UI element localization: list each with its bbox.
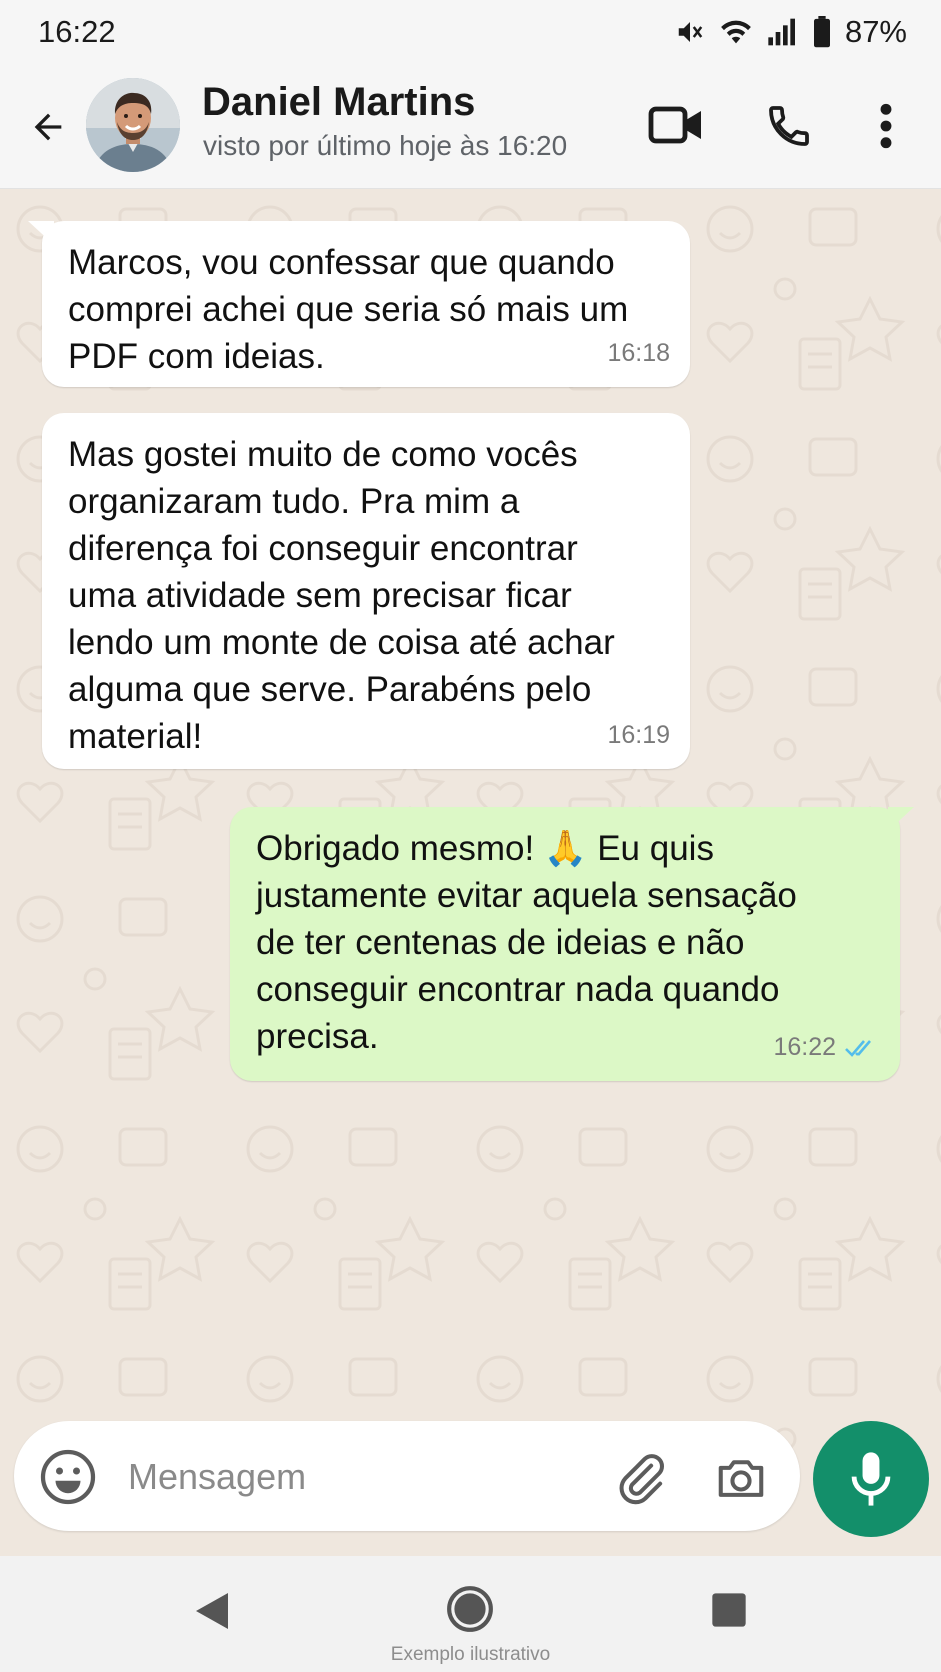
- message-text: Mas gostei muito de como vocês organizar…: [68, 435, 615, 756]
- message-text: Obrigado mesmo! 🙏 Eu quis justamente evi…: [256, 829, 797, 1056]
- voice-call-button[interactable]: [760, 98, 818, 154]
- bubble-tail: [888, 807, 914, 831]
- last-seen-status: visto por último hoje às 16:20: [203, 130, 568, 161]
- camera-button[interactable]: [714, 1451, 768, 1505]
- camera-icon: [718, 1460, 764, 1497]
- message-bubble-outgoing[interactable]: Obrigado mesmo! 🙏 Eu quis justamente evi…: [230, 807, 914, 1081]
- signal-icon: [767, 17, 799, 47]
- circle-home-icon: [447, 1586, 493, 1632]
- emoji-button[interactable]: [38, 1447, 98, 1507]
- attach-button[interactable]: [614, 1451, 668, 1505]
- voice-message-button[interactable]: [813, 1421, 929, 1537]
- system-nav-bar: Exemplo ilustrativo: [0, 1556, 941, 1672]
- nav-back-button[interactable]: [188, 1586, 236, 1636]
- battery-percent: 87%: [844, 14, 907, 49]
- message-text: Marcos, vou confessar que quando comprei…: [68, 243, 629, 376]
- video-call-icon: [648, 106, 701, 144]
- square-recents-icon: [712, 1593, 746, 1627]
- message-time: 16:19: [607, 721, 670, 749]
- message-meta: 16:22: [773, 1024, 880, 1071]
- emoji-icon: [40, 1449, 96, 1505]
- wifi-icon: [719, 17, 753, 47]
- paperclip-icon: [619, 1454, 664, 1505]
- nav-home-button[interactable]: [445, 1584, 495, 1634]
- message-bubble-incoming[interactable]: Marcos, vou confessar que quando comprei…: [28, 221, 690, 387]
- mute-icon: [675, 17, 705, 47]
- more-vert-icon: [880, 103, 892, 149]
- avatar[interactable]: [86, 78, 180, 172]
- video-call-button[interactable]: [645, 100, 707, 150]
- message-meta: 16:19: [607, 712, 670, 759]
- status-icons: 87%: [675, 14, 907, 50]
- nav-recents-button[interactable]: [709, 1590, 749, 1630]
- chat-header: Daniel Martins visto por último hoje às …: [0, 62, 941, 189]
- status-bar: 16:22 87%: [0, 0, 941, 62]
- triangle-back-icon: [196, 1593, 228, 1629]
- watermark-text: Exemplo ilustrativo: [390, 1644, 551, 1665]
- back-arrow-icon: [34, 113, 62, 141]
- message-meta: 16:18: [607, 330, 670, 377]
- message-input[interactable]: [126, 1443, 610, 1511]
- message-time: 16:18: [607, 339, 670, 367]
- status-time: 16:22: [38, 14, 116, 49]
- battery-icon: [813, 16, 831, 48]
- message-time: 16:22: [773, 1033, 836, 1061]
- back-button[interactable]: [22, 102, 74, 152]
- message-bubble-incoming[interactable]: Mas gostei muito de como vocês organizar…: [42, 413, 690, 769]
- bubble-tail: [28, 221, 54, 245]
- phone-icon: [769, 106, 809, 146]
- more-options-button[interactable]: [866, 96, 906, 156]
- microphone-icon: [851, 1452, 891, 1506]
- message-composer: [14, 1421, 800, 1531]
- chat-area[interactable]: Marcos, vou confessar que quando comprei…: [0, 189, 941, 1457]
- contact-name[interactable]: Daniel Martins: [202, 80, 475, 125]
- read-receipt-icon: [845, 1039, 871, 1057]
